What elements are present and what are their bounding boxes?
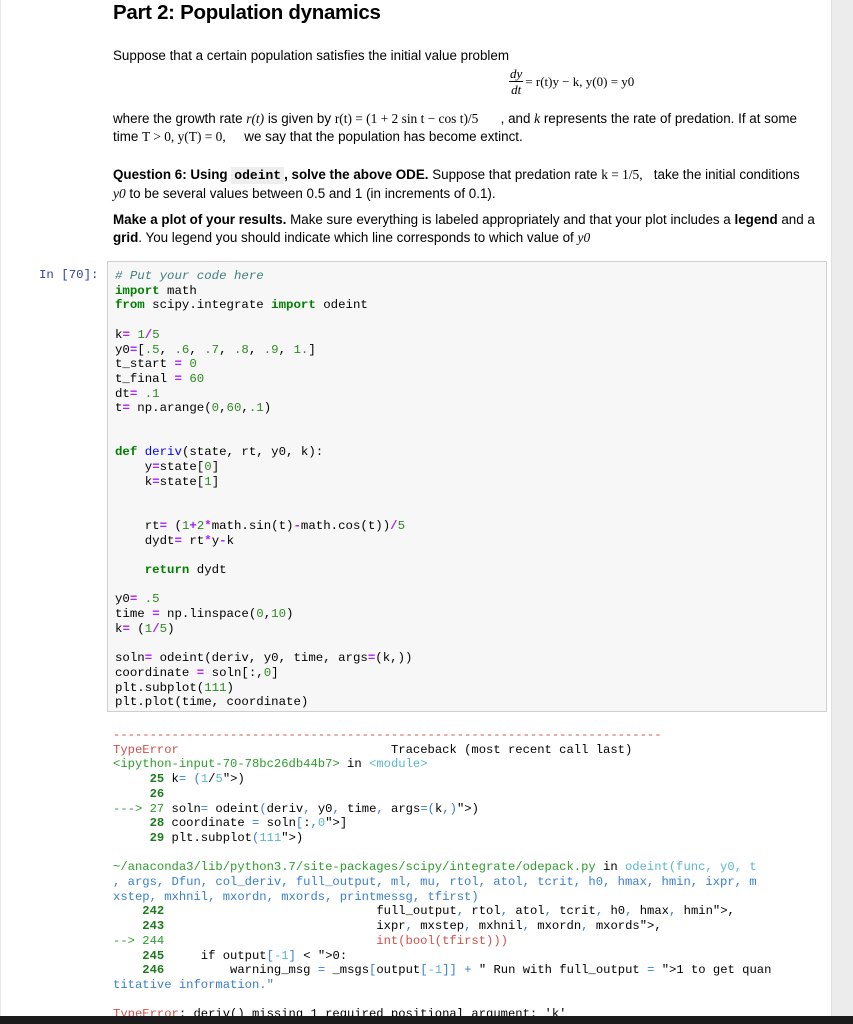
file-path: ~/anaconda3/lib/python3.7/site-packages/… bbox=[113, 860, 596, 875]
derivative-fraction: dy dt bbox=[509, 66, 524, 97]
traceback-header: Traceback (most recent call last) bbox=[390, 742, 633, 757]
growth-formula: r(t) = (1 + 2 sin t − cos t)/5 bbox=[334, 111, 479, 126]
traceback-line: 245 if output[-1] < ">0: bbox=[142, 948, 348, 963]
ode-equation: dy dt = r(t)y − k, y(0) = y0 bbox=[509, 66, 634, 97]
traceback-line: 242 full_output, rtol, atol, tcrit, h0, … bbox=[142, 904, 735, 919]
window-bottom-edge bbox=[0, 1016, 853, 1024]
code-line: rt= (1+2*math.sin(t)-math.cos(t))/5 bbox=[115, 518, 406, 533]
input-prompt: In [70]: bbox=[39, 268, 99, 282]
code-line: k= (1/5) bbox=[115, 621, 175, 636]
plot-instructions-paragraph: Make a plot of your results. Make sure e… bbox=[113, 212, 815, 245]
traceback-line: 25 k= (1/5">) bbox=[149, 772, 245, 787]
code-line: y0=[.5, .6, .7, .8, .9, 1.] bbox=[115, 342, 316, 357]
code-line: coordinate = soln[:,0] bbox=[115, 665, 279, 680]
code-cell-editor[interactable]: # Put your code here import math from sc… bbox=[107, 261, 827, 712]
code-line: plt.plot(time, coordinate) bbox=[115, 695, 309, 710]
code-line: dt= .1 bbox=[115, 386, 160, 401]
error-output: ----------------------------------------… bbox=[113, 728, 825, 1022]
code-line: t= np.arange(0,60,.1) bbox=[115, 401, 272, 416]
traceback-separator: ----------------------------------------… bbox=[113, 728, 662, 742]
traceback-line: --> 244 int(bool(tfirst))) bbox=[113, 933, 508, 948]
traceback-frame-1: 25 k= (1/5">) 26 ---> 27 soln= odeint(de… bbox=[113, 772, 479, 845]
code-line: # Put your code here bbox=[115, 269, 264, 283]
traceback: ----------------------------------------… bbox=[113, 728, 772, 1022]
traceback-line: 29 plt.subplot(111">) bbox=[149, 830, 304, 845]
question-6-paragraph: Question 6: Using odeint, solve the abov… bbox=[113, 167, 800, 201]
growth-rate-paragraph: where the growth rate r(t) is given by r… bbox=[113, 111, 797, 144]
code-text[interactable]: # Put your code here import math from sc… bbox=[115, 269, 412, 710]
code-line: time = np.linspace(0,10) bbox=[115, 607, 294, 622]
code-line: dydt= rt*y-k bbox=[115, 533, 234, 548]
code-line: return dydt bbox=[144, 563, 227, 578]
code-line: y=state[0] bbox=[115, 460, 220, 475]
vertical-scrollbar[interactable] bbox=[831, 0, 853, 1016]
code-line: k=state[1] bbox=[115, 474, 220, 489]
code-line: import math bbox=[115, 283, 197, 298]
code-line: def deriv(state, rt, y0, k): bbox=[115, 445, 324, 460]
traceback-line: 26 bbox=[149, 786, 165, 801]
intro-text: Suppose that a certain population satisf… bbox=[113, 48, 510, 63]
section-title: Part 2: Population dynamics bbox=[113, 1, 381, 24]
code-line: soln= odeint(deriv, y0, time, args=(k,)) bbox=[115, 651, 413, 666]
code-line: y0= .5 bbox=[115, 592, 160, 607]
traceback-line: 243 ixpr, mxstep, mxhnil, mxordn, mxords… bbox=[142, 919, 662, 934]
code-line: from scipy.integrate import odeint bbox=[115, 298, 368, 313]
traceback-line: 28 coordinate = soln[:,0">] bbox=[149, 816, 348, 831]
code-line: t_start = 0 bbox=[115, 357, 197, 372]
odeint-inline-code: odeint bbox=[231, 167, 285, 184]
traceback-line: ---> 27 soln= odeint(deriv, y0, time, ar… bbox=[113, 801, 479, 816]
code-line: k= 1/5 bbox=[115, 327, 160, 342]
input-reference: <ipython-input-70-78bc26db44b7> bbox=[113, 757, 340, 772]
equation-rhs: = r(t)y − k, y(0) = y0 bbox=[525, 73, 635, 89]
code-line: plt.subplot(111) bbox=[115, 680, 234, 695]
notebook-page: Part 2: Population dynamics Suppose that… bbox=[0, 0, 833, 1021]
error-type: TypeError bbox=[113, 742, 179, 757]
code-line: t_final = 60 bbox=[115, 371, 205, 386]
traceback-frame-2: 242 full_output, rtol, atol, tcrit, h0, … bbox=[113, 904, 771, 977]
traceback-line: 246 warning_msg = _msgs[output[-1]] + " … bbox=[142, 963, 772, 978]
